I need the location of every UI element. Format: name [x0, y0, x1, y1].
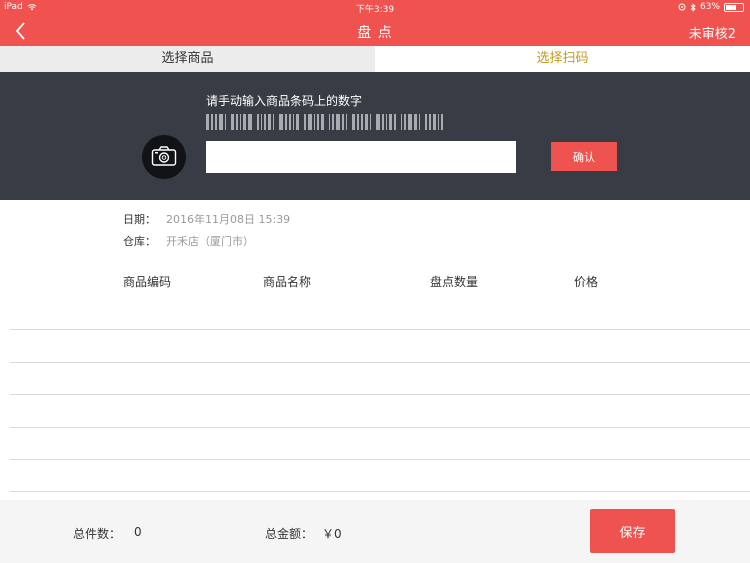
barcode-bar — [321, 114, 324, 130]
tab-select-scan[interactable]: 选择扫码 — [375, 46, 750, 72]
date-row: 日期： 2016年11月08日 15:39 — [123, 211, 290, 227]
bluetooth-icon — [690, 2, 696, 12]
barcode-bar — [365, 114, 368, 130]
barcode-bar — [438, 114, 439, 130]
status-time: 下午3:39 — [355, 5, 395, 15]
barcode-bar — [401, 114, 402, 130]
table-row-divider — [10, 329, 750, 330]
barcode-bar — [268, 114, 271, 130]
column-header-code: 商品编码 — [123, 275, 172, 289]
barcode-bar — [225, 114, 226, 130]
back-button[interactable] — [10, 19, 34, 43]
barcode-bar — [206, 114, 209, 130]
barcode-bar — [394, 114, 396, 130]
table-row-divider — [10, 394, 750, 395]
table-row-divider — [10, 459, 750, 460]
confirm-button[interactable]: 确认 — [551, 142, 617, 171]
battery-fill — [726, 4, 736, 10]
back-chevron-icon — [15, 22, 25, 40]
barcode-bar — [289, 114, 291, 130]
column-header-quantity: 盘点数量 — [430, 275, 479, 289]
barcode-bar — [219, 114, 223, 130]
camera-icon — [151, 146, 177, 166]
scan-prompt: 请手动输入商品条码上的数字 — [206, 94, 363, 108]
barcode-bar — [336, 114, 340, 130]
column-header-price: 价格 — [574, 275, 599, 289]
barcode-bar — [408, 114, 412, 130]
barcode-bar — [433, 114, 436, 130]
column-header-name: 商品名称 — [263, 275, 312, 289]
total-amount-value: ￥0 — [322, 527, 342, 541]
barcode-icon — [206, 114, 448, 130]
barcode-bar — [273, 114, 274, 130]
barcode-bar — [329, 114, 330, 130]
barcode-bar — [264, 114, 266, 130]
status-bar: iPad 下午3:39 63% — [0, 0, 750, 16]
total-count-value: 0 — [134, 525, 142, 539]
barcode-bar — [211, 114, 213, 130]
barcode-bar — [248, 114, 252, 130]
camera-button[interactable] — [142, 135, 186, 179]
footer-bar: 总件数： 0 总金额： ￥0 保存 — [0, 500, 750, 563]
tab-bar: 选择商品 选择扫码 — [0, 46, 750, 72]
nav-bar: 盘 点 未审核2 — [0, 16, 750, 46]
barcode-bar — [314, 114, 315, 130]
barcode-bar — [293, 114, 294, 130]
store-row: 仓库： 开禾店（厦门市） — [123, 233, 254, 249]
barcode-bar — [231, 114, 234, 130]
barcode-bar — [352, 114, 355, 130]
table-row-divider — [10, 362, 750, 363]
battery-percent: 63% — [699, 2, 720, 12]
save-button[interactable]: 保存 — [590, 509, 675, 553]
barcode-bar — [389, 114, 392, 130]
barcode-bar — [382, 114, 384, 130]
barcode-bar — [370, 114, 371, 130]
barcode-bar — [342, 114, 344, 130]
battery-icon — [724, 2, 744, 12]
unreviewed-button[interactable]: 未审核2 — [689, 23, 736, 42]
barcode-bar — [317, 114, 319, 130]
barcode-bar — [236, 114, 238, 130]
store-label: 仓库： — [123, 235, 156, 248]
barcode-bar — [429, 114, 431, 130]
scan-panel: 请手动输入商品条码上的数字 确认 — [0, 72, 750, 200]
barcode-bar — [386, 114, 387, 130]
tab-select-goods[interactable]: 选择商品 — [0, 46, 375, 72]
barcode-bar — [240, 114, 241, 130]
page-title: 盘 点 — [357, 25, 393, 41]
barcode-bar — [243, 114, 246, 130]
barcode-bar — [414, 114, 417, 130]
date-label: 日期： — [123, 213, 156, 226]
barcode-bar — [404, 114, 406, 130]
barcode-bar — [332, 114, 334, 130]
total-count-label: 总件数： — [73, 527, 122, 541]
barcode-bar — [257, 114, 259, 130]
barcode-bar — [425, 114, 427, 130]
total-amount-label: 总金额： — [265, 527, 314, 541]
barcode-bar — [279, 114, 283, 130]
date-value: 2016年11月08日 15:39 — [166, 213, 291, 226]
barcode-bar — [304, 114, 306, 130]
barcode-bar — [285, 114, 287, 130]
barcode-bar — [357, 114, 359, 130]
barcode-bar — [346, 114, 347, 130]
status-right: 63% — [678, 2, 744, 12]
barcode-bar — [215, 114, 217, 130]
barcode-bar — [308, 114, 312, 130]
barcode-bar — [441, 114, 443, 130]
barcode-bar — [376, 114, 380, 130]
location-icon — [678, 3, 686, 11]
table-row-divider — [10, 427, 750, 428]
barcode-bar — [361, 114, 363, 130]
table-row-divider — [10, 491, 750, 492]
barcode-bar — [296, 114, 299, 130]
store-value: 开禾店（厦门市） — [166, 235, 254, 248]
barcode-input[interactable] — [206, 141, 516, 173]
barcode-bar — [261, 114, 262, 130]
barcode-bar — [419, 114, 420, 130]
